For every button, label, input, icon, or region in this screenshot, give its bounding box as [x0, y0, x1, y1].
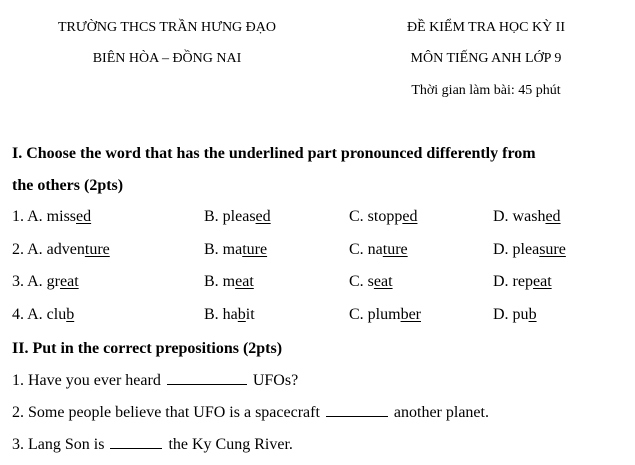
school-location: BIÊN HÒA – ĐỒNG NAI: [92, 51, 242, 66]
exam-duration: Thời gian làm bài: 45 phút: [411, 83, 561, 98]
option-a: 1. A. missed: [12, 208, 92, 225]
option-a: 3. A. great: [12, 273, 79, 290]
option-d: D. pub: [493, 306, 537, 323]
option-d: D. repeat: [493, 273, 552, 290]
section-1-title-cont: the others (2pts): [12, 177, 124, 194]
question-row: 2. A. adventure B. mature C. nature D. p…: [0, 241, 635, 265]
option-b: B. habit: [204, 306, 255, 323]
question-row: 1. A. missed B. pleased C. stopped D. wa…: [0, 208, 635, 232]
preposition-question-1: 1. Have you ever heard UFOs?: [12, 370, 299, 389]
answer-blank: [110, 434, 163, 449]
option-b: B. mature: [204, 241, 268, 258]
option-d: D. pleasure: [493, 241, 566, 258]
section-2-title: II. Put in the correct prepositions (2pt…: [12, 340, 283, 357]
option-a: 2. A. adventure: [12, 241, 110, 258]
option-b: B. pleased: [204, 208, 271, 225]
school-name: TRƯỜNG THCS TRẦN HƯNG ĐẠO: [58, 20, 276, 35]
option-d: D. washed: [493, 208, 561, 225]
exam-subject: MÔN TIẾNG ANH LỚP 9: [410, 51, 562, 66]
option-a: 4. A. club: [12, 306, 75, 323]
option-c: C. nature: [349, 241, 408, 258]
question-row: 3. A. great B. meat C. seat D. repeat: [0, 273, 635, 297]
answer-blank: [166, 370, 247, 385]
option-b: B. meat: [204, 273, 254, 290]
question-row: 4. A. club B. habit C. plumber D. pub: [0, 306, 635, 330]
answer-blank: [325, 402, 388, 417]
option-c: C. stopped: [349, 208, 418, 225]
exam-page: TRƯỜNG THCS TRẦN HƯNG ĐẠO BIÊN HÒA – ĐỒN…: [0, 0, 635, 465]
preposition-question-2: 2. Some people believe that UFO is a spa…: [12, 402, 489, 421]
preposition-question-3: 3. Lang Son is the Ky Cung River.: [12, 434, 293, 453]
option-c: C. seat: [349, 273, 393, 290]
option-c: C. plumber: [349, 306, 421, 323]
exam-title: ĐỀ KIỂM TRA HỌC KỲ II: [406, 20, 565, 35]
section-1-title: I. Choose the word that has the underlin…: [12, 145, 536, 162]
